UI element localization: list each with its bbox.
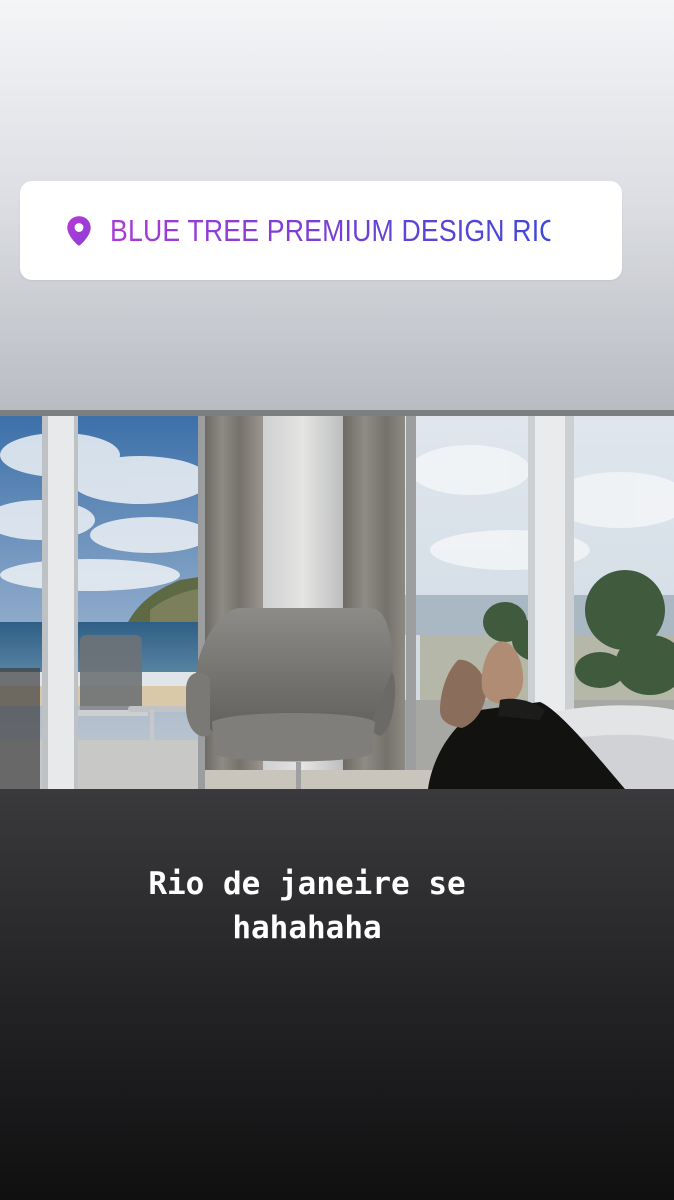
story-photo [0, 410, 674, 789]
location-label: BLUE TREE PREMIUM DESIGN RIO DE... [110, 213, 550, 249]
location-pin-icon [67, 215, 91, 246]
story-frame: BLUE TREE PREMIUM DESIGN RIO DE... [0, 0, 674, 1200]
story-caption: Rio de janeire se hahahaha [148, 866, 466, 946]
location-sticker[interactable]: BLUE TREE PREMIUM DESIGN RIO DE... [20, 181, 622, 280]
